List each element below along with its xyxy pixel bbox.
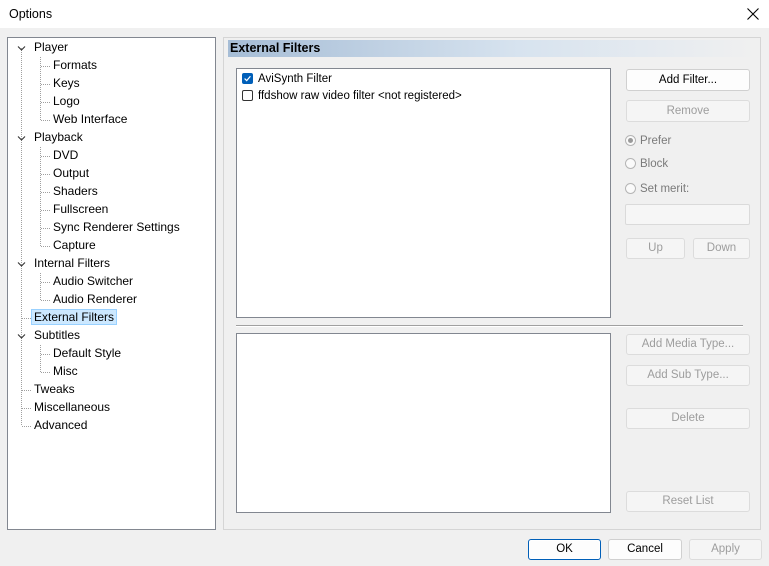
tree-item-fullscreen[interactable]: Fullscreen [51, 200, 110, 218]
chevron-down-icon[interactable] [17, 44, 26, 53]
tree-item-miscellaneous[interactable]: Miscellaneous [32, 398, 112, 416]
separator [236, 325, 743, 327]
tree-item-tweaks[interactable]: Tweaks [32, 380, 77, 398]
tree-item-player[interactable]: Player [32, 38, 70, 56]
filter-list[interactable]: AviSynth Filter ffdshow raw video filter… [236, 68, 611, 318]
panel-title: External Filters [230, 41, 321, 55]
tree-item-external-filters[interactable]: External Filters [30, 308, 118, 326]
tree-item-playback[interactable]: Playback [32, 128, 85, 146]
title-bar: Options [0, 0, 769, 28]
radio-circle [625, 158, 636, 169]
tree-item-audio-renderer[interactable]: Audio Renderer [51, 290, 139, 308]
tree-item-capture[interactable]: Capture [51, 236, 98, 254]
filter-label: AviSynth Filter [258, 73, 332, 85]
radio-circle [625, 183, 636, 194]
filter-checkbox[interactable] [242, 73, 253, 84]
window-title: Options [9, 7, 53, 21]
tree-item-dvd[interactable]: DVD [51, 146, 80, 164]
panel-header: External Filters [228, 40, 756, 57]
checkmark-icon [244, 75, 251, 82]
radio-circle [625, 135, 636, 146]
ok-button[interactable]: OK [528, 539, 601, 560]
filter-item-avisynth[interactable]: AviSynth Filter [242, 71, 332, 88]
block-label: Block [640, 158, 669, 170]
tree-item-advanced[interactable]: Advanced [32, 416, 89, 434]
tree-item-subtitles[interactable]: Subtitles [32, 326, 82, 344]
tree-item-formats[interactable]: Formats [51, 56, 99, 74]
delete-button[interactable]: Delete [626, 408, 750, 429]
apply-button[interactable]: Apply [689, 539, 762, 560]
options-tree[interactable]: Player Formats Keys Logo Web Interface P… [7, 37, 216, 530]
remove-button[interactable]: Remove [626, 100, 750, 122]
prefer-radio[interactable]: Prefer [625, 133, 671, 149]
close-icon [747, 8, 759, 20]
down-button[interactable]: Down [693, 238, 750, 259]
tree-item-keys[interactable]: Keys [51, 74, 82, 92]
reset-list-button[interactable]: Reset List [626, 491, 750, 512]
add-filter-button[interactable]: Add Filter... [626, 69, 750, 91]
options-dialog: Options Player Formats Keys Logo Web Int… [0, 0, 769, 566]
tree-item-audio-switcher[interactable]: Audio Switcher [51, 272, 135, 290]
tree-item-internal-filters[interactable]: Internal Filters [32, 254, 112, 272]
chevron-down-icon[interactable] [17, 260, 26, 269]
filter-item-ffdshow[interactable]: ffdshow raw video filter <not registered… [242, 88, 462, 105]
set-merit-radio[interactable]: Set merit: [625, 181, 689, 197]
tree-item-logo[interactable]: Logo [51, 92, 82, 110]
tree-item-output[interactable]: Output [51, 164, 91, 182]
chevron-down-icon[interactable] [17, 332, 26, 341]
tree-item-misc[interactable]: Misc [51, 362, 80, 380]
filter-checkbox[interactable] [242, 90, 253, 101]
block-radio[interactable]: Block [625, 156, 668, 172]
tree-item-web-interface[interactable]: Web Interface [51, 110, 129, 128]
chevron-down-icon[interactable] [17, 134, 26, 143]
up-button[interactable]: Up [626, 238, 685, 259]
filter-label: ffdshow raw video filter <not registered… [258, 90, 462, 102]
tree-item-sync-renderer-settings[interactable]: Sync Renderer Settings [51, 218, 182, 236]
cancel-button[interactable]: Cancel [608, 539, 682, 560]
merit-input[interactable] [625, 204, 750, 225]
add-sub-type-button[interactable]: Add Sub Type... [626, 365, 750, 386]
add-media-type-button[interactable]: Add Media Type... [626, 334, 750, 355]
tree-item-shaders[interactable]: Shaders [51, 182, 100, 200]
set-merit-label: Set merit: [640, 183, 690, 195]
prefer-label: Prefer [640, 135, 672, 147]
media-type-list[interactable] [236, 333, 611, 513]
close-button[interactable] [737, 0, 769, 28]
tree-item-default-style[interactable]: Default Style [51, 344, 123, 362]
